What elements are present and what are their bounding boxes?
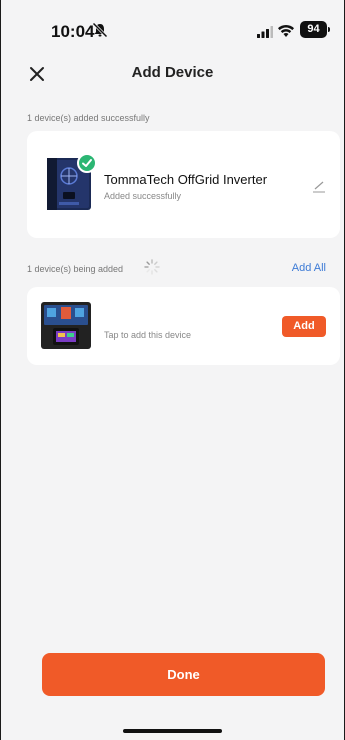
loading-spinner-icon (144, 259, 160, 275)
pending-device-card[interactable]: Tap to add this device Add (27, 287, 340, 365)
added-section-label: 1 device(s) added successfully (27, 113, 150, 123)
added-device-status: Added successfully (104, 191, 182, 201)
battery-icon: 94 (300, 21, 327, 38)
tap-to-add-text: Tap to add this device (104, 330, 192, 340)
wifi-icon (278, 24, 294, 37)
add-device-button[interactable]: Add (282, 316, 326, 337)
pending-section-label: 1 device(s) being added (27, 264, 124, 274)
added-device-name: TommaTech OffGrid Inverter (104, 172, 268, 187)
status-time: 10:04 (51, 22, 95, 41)
phone-screen: 10:04 94 Add Device 1 device(s) added su… (0, 0, 345, 740)
edit-icon[interactable] (312, 179, 326, 193)
home-indicator[interactable] (123, 729, 222, 733)
add-all-button[interactable]: Add All (292, 262, 326, 274)
battery-tip (328, 27, 330, 32)
controller-device-image (41, 302, 91, 349)
added-device-card[interactable]: TommaTech OffGrid Inverter Added success… (27, 131, 340, 238)
check-icon (77, 153, 97, 173)
status-bar: 10:04 94 (1, 0, 344, 56)
bell-off-icon (92, 22, 108, 38)
page-title: Add Device (131, 64, 214, 81)
signal-icon (257, 26, 273, 38)
done-button[interactable]: Done (42, 653, 325, 696)
